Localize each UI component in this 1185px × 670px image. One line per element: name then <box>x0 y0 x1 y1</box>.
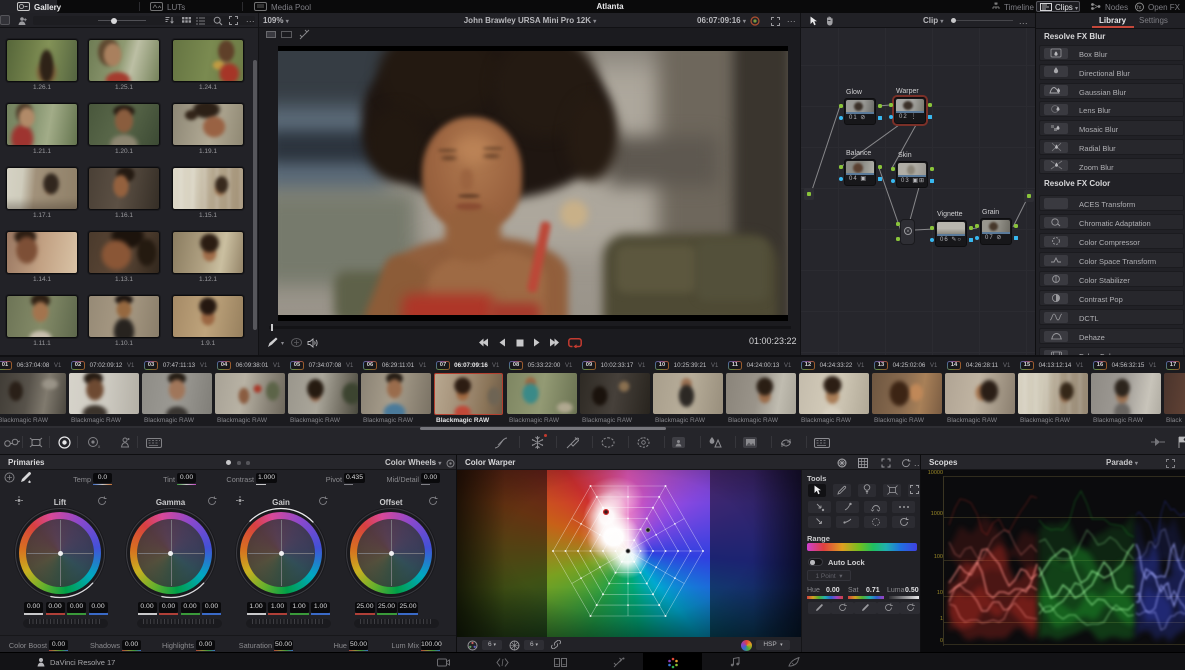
svg-text:x: x <box>98 444 101 449</box>
svg-text:fx: fx <box>1137 5 1142 11</box>
